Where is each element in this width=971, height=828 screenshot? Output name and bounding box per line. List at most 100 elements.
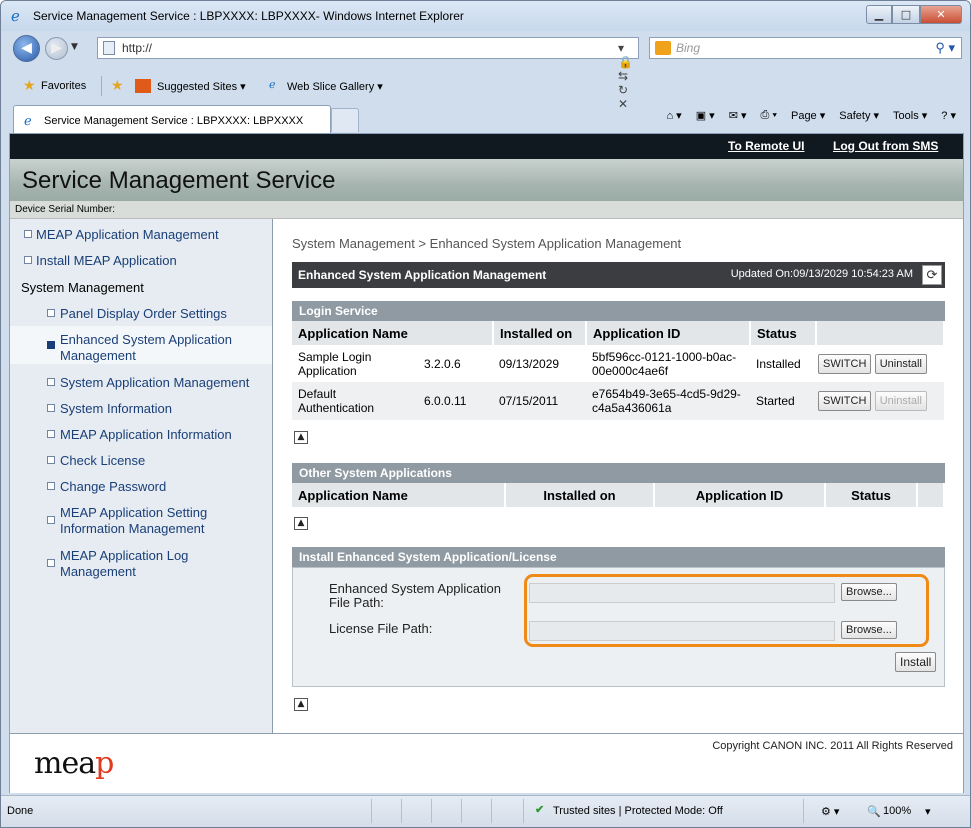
- col-application-name: Application Name: [292, 321, 494, 345]
- app-status: Started: [756, 394, 795, 408]
- divider: [523, 799, 524, 823]
- page-menu[interactable]: Page ▾: [791, 109, 825, 122]
- web-slice-link[interactable]: Web Slice Gallery ▾: [287, 80, 383, 93]
- status-text: Done: [7, 805, 34, 817]
- divider: [101, 76, 102, 96]
- sidebar-item-label: Enhanced System Application Management: [60, 332, 232, 363]
- app-version: 3.2.0.6: [424, 356, 461, 371]
- close-button[interactable]: ✕: [920, 5, 962, 24]
- sidebar-item-label: Install MEAP Application: [36, 253, 177, 268]
- suggested-sites-link[interactable]: Suggested Sites ▾: [157, 80, 246, 93]
- divider: [371, 799, 372, 823]
- install-form: Enhanced System Application File Path: B…: [292, 567, 945, 687]
- zoom-icon[interactable]: 🔍: [867, 805, 881, 818]
- back-to-top-icon[interactable]: ▲: [294, 431, 308, 444]
- bullet-icon: [47, 482, 55, 490]
- switch-button[interactable]: SWITCH: [818, 391, 872, 411]
- home-icon[interactable]: ⌂ ▾: [666, 109, 681, 122]
- col-installed-on: Installed on: [493, 321, 587, 345]
- meap-logo: meap: [34, 746, 114, 781]
- new-tab-button[interactable]: [331, 108, 359, 132]
- uninstall-button[interactable]: Uninstall: [874, 353, 927, 374]
- safety-menu[interactable]: Safety ▾: [839, 109, 879, 122]
- bullet-icon: [24, 230, 32, 238]
- back-button[interactable]: ◀: [13, 35, 40, 62]
- app-version: 6.0.0.11: [424, 394, 467, 408]
- main-content: System Management > Enhanced System Appl…: [282, 219, 963, 733]
- mail-icon[interactable]: ✉ ▾: [729, 109, 747, 122]
- sidebar-item-install-meap[interactable]: Install MEAP Application: [10, 253, 272, 269]
- sidebar-item-meap-app-mgmt[interactable]: MEAP Application Management: [10, 227, 272, 243]
- serial-number-bar: Device Serial Number:: [10, 201, 963, 219]
- help-menu[interactable]: ? ▾: [941, 109, 956, 122]
- sidebar-item-meap-app-info[interactable]: MEAP Application Information: [10, 427, 272, 443]
- back-to-top-icon[interactable]: ▲: [294, 698, 308, 711]
- sidebar-item-change-password[interactable]: Change Password: [10, 479, 272, 495]
- page-title: Service Management Service: [22, 167, 336, 194]
- tab-ie-icon: ℯ: [24, 113, 32, 128]
- ie-icon: ℯ: [11, 7, 20, 25]
- sidebar-item-meap-app-log[interactable]: MEAP Application Log Management: [10, 548, 272, 580]
- refresh-icon[interactable]: ⟳: [922, 265, 942, 285]
- switch-button[interactable]: SWITCH: [818, 353, 872, 374]
- other-apps-table: Application Name Installed on Applicatio…: [292, 483, 945, 507]
- sidebar-item-label: System Application Management: [60, 375, 250, 390]
- status-bar: Done ✔ Trusted sites | Protected Mode: O…: [1, 795, 970, 827]
- add-ons-icon[interactable]: ⚙ ▾: [821, 805, 839, 818]
- col-application-id: Application ID: [586, 321, 751, 345]
- sidebar-item-system-information[interactable]: System Information: [10, 401, 272, 417]
- search-input[interactable]: Bing ⚲ ▾: [649, 37, 962, 59]
- address-input[interactable]: http:// ▾🔒 ⇆ ↻ ✕: [97, 37, 639, 111]
- col-status: Status: [750, 321, 817, 345]
- page-header: Service Management Service: [10, 159, 963, 201]
- col-application-id: Application ID: [654, 483, 826, 507]
- browser-tab[interactable]: ℯ Service Management Service : LBPXXXX: …: [13, 105, 331, 133]
- app-id: 5bf596cc-0121-1000-b0ac-00e000c4ae6f: [592, 349, 737, 378]
- zoom-dropdown-icon[interactable]: ▾: [925, 805, 931, 818]
- col-status: Status: [825, 483, 918, 507]
- favorites-star-icon: ★: [23, 77, 36, 93]
- bullet-icon: [47, 404, 55, 412]
- feeds-icon[interactable]: ▣ ▾: [696, 109, 715, 122]
- page-footer: Copyright CANON INC. 2011 All Rights Res…: [10, 733, 963, 793]
- sidebar-item-meap-app-setting-info[interactable]: MEAP Application Setting Information Man…: [10, 505, 272, 537]
- login-service-heading: Login Service: [292, 301, 945, 321]
- col-installed-on: Installed on: [505, 483, 655, 507]
- add-favorite-icon[interactable]: ★: [111, 77, 124, 94]
- highlight-outline: [524, 574, 929, 647]
- bullet-icon: [24, 256, 32, 264]
- back-to-top-icon[interactable]: ▲: [294, 517, 308, 530]
- print-icon[interactable]: ⎙ ▾: [761, 109, 777, 122]
- col-actions: [816, 321, 945, 345]
- search-placeholder: Bing: [676, 41, 701, 55]
- favorites-bar: ★ Favorites ★ Suggested Sites ▾ ℯ Web Sl…: [1, 73, 970, 101]
- other-apps-heading: Other System Applications: [292, 463, 945, 483]
- sidebar-item-system-app-mgmt[interactable]: System Application Management: [10, 375, 272, 391]
- minimize-button[interactable]: ▁: [866, 5, 892, 24]
- license-file-path-label: License File Path:: [329, 621, 433, 636]
- command-bar: ⌂ ▾ ▣ ▾ ✉ ▾ ⎙ ▾ Page ▾ Safety ▾ Tools ▾ …: [666, 109, 956, 122]
- tools-menu[interactable]: Tools ▾: [893, 109, 927, 122]
- login-service-table: Application Name Installed on Applicatio…: [292, 321, 945, 420]
- remote-ui-link[interactable]: To Remote UI: [728, 139, 804, 153]
- logout-link[interactable]: Log Out from SMS: [833, 139, 938, 153]
- bullet-icon: [47, 341, 55, 349]
- favorites-button[interactable]: Favorites: [41, 80, 86, 92]
- forward-button[interactable]: ▶: [45, 37, 68, 60]
- divider: [491, 799, 492, 823]
- sidebar-item-enhanced-system-app-mgmt[interactable]: Enhanced System Application Management: [10, 326, 272, 364]
- history-dropdown-icon[interactable]: ▼: [71, 42, 78, 52]
- app-id: e7654b49-3e65-4cd5-9d29-c4a5a436061a: [592, 387, 741, 415]
- divider: [803, 799, 804, 823]
- security-zone[interactable]: Trusted sites | Protected Mode: Off: [553, 805, 723, 817]
- install-button[interactable]: Install: [895, 652, 937, 672]
- search-icon[interactable]: ⚲ ▾: [935, 40, 955, 56]
- maximize-button[interactable]: □: [892, 5, 920, 24]
- zoom-level[interactable]: 100%: [883, 805, 911, 817]
- window-title: Service Management Service : LBPXXXX: LB…: [33, 9, 464, 23]
- tab-title: Service Management Service : LBPXXXX: LB…: [44, 115, 304, 127]
- sidebar-item-label: System Information: [60, 401, 172, 416]
- sidebar-item-label: MEAP Application Setting Information Man…: [60, 505, 208, 536]
- sidebar-item-check-license[interactable]: Check License: [10, 453, 272, 469]
- sidebar-item-panel-display-order[interactable]: Panel Display Order Settings: [10, 306, 272, 322]
